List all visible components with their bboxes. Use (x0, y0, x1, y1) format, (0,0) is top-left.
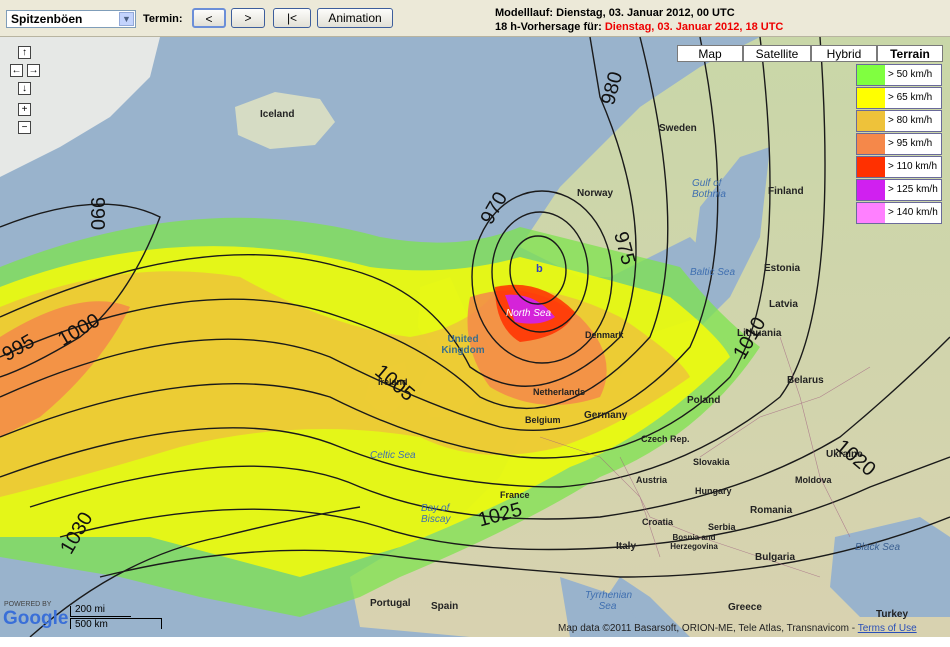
wind-legend: > 50 km/h > 65 km/h > 80 km/h > 95 km/h > 11… (856, 63, 942, 224)
maptype-map[interactable]: Map (677, 45, 743, 62)
map-canvas[interactable]: Iceland Sweden Norway Finland Estonia La… (0, 37, 950, 637)
powered-by: POWERED BY (4, 601, 52, 608)
label-austria: Austria (636, 475, 668, 485)
legend-swatch (857, 180, 885, 200)
label-baltic-sea: Baltic Sea (690, 267, 736, 278)
label-italy: Italy (616, 541, 637, 552)
legend-item: > 125 km/h (856, 179, 942, 201)
label-germany: Germany (584, 410, 628, 421)
forecast-value: Dienstag, 03. Januar 2012, 18 UTC (604, 21, 784, 33)
pan-down-icon[interactable]: ↓ (18, 82, 31, 95)
legend-label: > 95 km/h (888, 138, 933, 149)
low-pressure-marker: b (536, 263, 543, 275)
label-bih: Bosnia and Herzegovina (670, 533, 718, 551)
label-estonia: Estonia (764, 263, 801, 274)
termin-label: Termin: (143, 13, 183, 25)
label-denmark: Denmark (585, 330, 624, 340)
label-croatia: Croatia (642, 517, 674, 527)
copyright-text: Map data ©2011 Basarsoft, ORION-ME, Tele… (558, 623, 856, 634)
google-logo[interactable]: Google (3, 608, 68, 630)
bottom-strip (0, 637, 950, 647)
legend-item: > 95 km/h (856, 133, 942, 155)
pan-up-icon[interactable]: ↑ (18, 46, 31, 59)
model-run-info: Modelllauf: Dienstag, 03. Januar 2012, 0… (495, 7, 735, 19)
legend-label: > 50 km/h (888, 69, 933, 80)
legend-label: > 125 km/h (888, 184, 938, 195)
label-norway: Norway (577, 188, 614, 199)
label-north-sea: North Sea (506, 308, 552, 319)
copyright: Map data ©2011 Basarsoft, ORION-ME, Tele… (558, 623, 917, 634)
legend-item: > 140 km/h (856, 202, 942, 224)
label-serbia: Serbia (708, 522, 736, 532)
legend-swatch (857, 88, 885, 108)
scale-bar-km: 500 km (70, 618, 162, 630)
legend-swatch (857, 65, 885, 85)
legend-swatch (857, 203, 885, 223)
label-hungary: Hungary (695, 486, 732, 496)
scale-km-label: 500 km (75, 619, 108, 630)
label-gulf-of-bothnia: Gulf of Bothnia (692, 178, 726, 200)
label-slovakia: Slovakia (693, 457, 730, 467)
legend-swatch (857, 134, 885, 154)
maptype-terrain[interactable]: Terrain (877, 45, 943, 62)
isobar-label-990: 990 (86, 196, 109, 231)
next-button[interactable]: > (231, 8, 265, 28)
label-moldova: Moldova (795, 475, 832, 485)
prev-button[interactable]: < (192, 8, 226, 28)
model-run-prefix: Modelllauf: (495, 7, 554, 19)
label-bay-of-biscay: Bay of Biscay (421, 503, 451, 525)
animation-button[interactable]: Animation (317, 8, 393, 28)
label-turkey: Turkey (876, 609, 909, 620)
toolbar: Spitzenböen ▼ Termin: < > |< Animation M… (0, 0, 950, 37)
label-iceland: Iceland (260, 109, 295, 120)
chevron-down-icon[interactable]: ▼ (119, 12, 134, 26)
label-portugal: Portugal (370, 598, 411, 609)
label-spain: Spain (431, 601, 459, 612)
legend-label: > 80 km/h (888, 115, 933, 126)
legend-swatch (857, 157, 885, 177)
label-celtic-sea: Celtic Sea (370, 450, 416, 461)
zoom-in-icon[interactable]: + (18, 103, 31, 116)
model-run-value: Dienstag, 03. Januar 2012, 00 UTC (556, 7, 735, 19)
legend-item: > 65 km/h (856, 87, 942, 109)
label-tyrrhenian-sea: Tyrrhenian Sea (585, 590, 633, 612)
maptype-satellite[interactable]: Satellite (743, 45, 811, 62)
variable-select-value: Spitzenböen (11, 12, 83, 26)
legend-label: > 140 km/h (888, 207, 938, 218)
legend-item: > 80 km/h (856, 110, 942, 132)
scale-bar-mi: 200 mi (70, 604, 131, 617)
scale-mi-label: 200 mi (75, 604, 106, 615)
forecast-prefix: 18 h-Vorhersage für: (495, 21, 602, 33)
label-sweden: Sweden (659, 123, 697, 134)
legend-item: > 50 km/h (856, 64, 942, 86)
legend-swatch (857, 111, 885, 131)
label-finland: Finland (768, 186, 804, 197)
label-netherlands: Netherlands (533, 387, 586, 397)
label-romania: Romania (750, 505, 793, 516)
maptype-hybrid[interactable]: Hybrid (811, 45, 877, 62)
label-poland: Poland (687, 395, 721, 406)
label-belarus: Belarus (787, 375, 824, 386)
label-black-sea: Black Sea (855, 542, 901, 553)
legend-item: > 110 km/h (856, 156, 942, 178)
label-bulgaria: Bulgaria (755, 552, 796, 563)
first-button[interactable]: |< (273, 8, 311, 28)
label-greece: Greece (728, 602, 762, 613)
label-latvia: Latvia (769, 299, 798, 310)
terms-link[interactable]: Terms of Use (858, 623, 917, 634)
pan-left-icon[interactable]: ← (10, 64, 23, 77)
label-czech: Czech Rep. (641, 434, 690, 444)
pan-right-icon[interactable]: → (27, 64, 40, 77)
zoom-out-icon[interactable]: − (18, 121, 31, 134)
forecast-info: 18 h-Vorhersage für: Dienstag, 03. Janua… (495, 21, 783, 33)
variable-select[interactable]: Spitzenböen ▼ (6, 10, 136, 28)
legend-label: > 110 km/h (888, 161, 938, 172)
legend-label: > 65 km/h (888, 92, 933, 103)
label-belgium: Belgium (525, 415, 561, 425)
label-uk: United Kingdom (441, 334, 485, 356)
